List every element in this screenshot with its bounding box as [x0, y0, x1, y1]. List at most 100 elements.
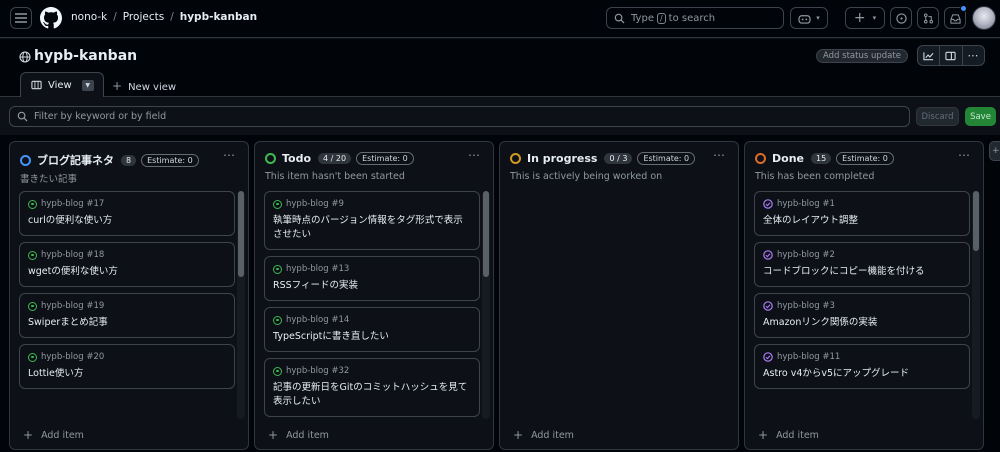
github-logo-icon[interactable]	[40, 7, 62, 29]
add-item-button[interactable]: + Add item	[513, 428, 574, 442]
breadcrumb-project[interactable]: hypb-kanban	[180, 11, 257, 23]
sidebar-expand-icon	[945, 51, 957, 60]
hamburger-icon	[15, 13, 27, 23]
card[interactable]: hypb-blog #9 執筆時点のバージョン情報をタグ形式で表示させたい	[264, 191, 480, 250]
add-item-button[interactable]: + Add item	[268, 428, 329, 442]
card-title[interactable]: wgetの便利な使い方	[28, 265, 225, 279]
column-header: Todo 4 / 20 Estimate: 0	[265, 152, 414, 165]
card-title[interactable]: Amazonリンク関係の実装	[763, 316, 960, 330]
column-menu-button[interactable]: ⋯	[958, 148, 971, 162]
plus-icon: +	[853, 10, 866, 26]
save-button[interactable]: Save	[965, 107, 996, 126]
add-status-update-button[interactable]: Add status update	[816, 49, 908, 63]
card-ref[interactable]: hypb-blog #19	[41, 301, 104, 311]
column-title: In progress	[527, 152, 598, 165]
card[interactable]: hypb-blog #1 全体のレイアウト調整	[754, 191, 970, 236]
card[interactable]: hypb-blog #14 TypeScriptに書き直したい	[264, 307, 480, 352]
column-description: This item hasn't been started	[265, 171, 405, 182]
new-view-label: New view	[128, 82, 177, 93]
breadcrumb-owner[interactable]: nono-k	[71, 11, 107, 23]
column-title: Done	[772, 152, 804, 165]
pull-requests-button[interactable]	[917, 7, 939, 29]
card-title[interactable]: TypeScriptに書き直したい	[273, 330, 470, 344]
card[interactable]: hypb-blog #11 Astro v4からv5にアップグレード	[754, 344, 970, 389]
issue-opened-icon	[28, 250, 37, 260]
estimate-badge: Estimate: 0	[141, 153, 199, 167]
page-title: hypb-kanban	[34, 48, 138, 64]
column-menu-button[interactable]: ⋯	[468, 148, 481, 162]
tab-view[interactable]: View ▼	[20, 72, 104, 97]
add-column-button[interactable]: +	[989, 141, 1000, 161]
card-ref[interactable]: hypb-blog #14	[286, 315, 349, 325]
card-title[interactable]: Lottie使い方	[28, 367, 225, 381]
filter-input[interactable]: Filter by keyword or by field	[9, 106, 910, 127]
card[interactable]: hypb-blog #20 Lottie使い方	[19, 344, 235, 389]
issue-opened-icon	[28, 199, 37, 209]
insights-button[interactable]	[918, 46, 941, 65]
project-board-icon	[31, 80, 42, 90]
search-prefix: Type	[631, 12, 654, 24]
more-options-button[interactable]: ⋯	[963, 46, 984, 65]
issue-opened-icon	[273, 199, 282, 209]
card-title[interactable]: RSSフィードの実装	[273, 279, 470, 293]
scrollbar[interactable]	[972, 191, 980, 419]
issues-button[interactable]	[890, 7, 912, 29]
scrollbar-thumb[interactable]	[973, 191, 979, 251]
card[interactable]: hypb-blog #2 コードブロックにコピー機能を付ける	[754, 242, 970, 287]
scrollbar[interactable]	[482, 191, 490, 419]
add-item-button[interactable]: + Add item	[758, 428, 819, 442]
breadcrumb-projects[interactable]: Projects	[123, 11, 164, 23]
menu-button[interactable]	[10, 7, 32, 29]
card-ref[interactable]: hypb-blog #11	[777, 352, 840, 362]
issue-closed-icon	[763, 352, 773, 362]
card-ref[interactable]: hypb-blog #17	[41, 199, 104, 209]
card-title[interactable]: curlの便利な使い方	[28, 214, 225, 228]
card-title[interactable]: Swiperまとめ記事	[28, 316, 225, 330]
card[interactable]: hypb-blog #17 curlの便利な使い方	[19, 191, 235, 236]
new-view-button[interactable]: + New view	[112, 79, 176, 93]
add-item-label: Add item	[776, 429, 819, 441]
card-ref[interactable]: hypb-blog #32	[286, 366, 349, 376]
card-title[interactable]: Astro v4からv5にアップグレード	[763, 367, 960, 381]
search-input[interactable]: Type / to search	[606, 7, 784, 29]
card-title[interactable]: 全体のレイアウト調整	[763, 214, 960, 228]
global-header: nono-k / Projects / hypb-kanban Type / to sear…	[0, 0, 1000, 38]
card[interactable]: hypb-blog #13 RSSフィードの実装	[264, 256, 480, 301]
card-ref[interactable]: hypb-blog #1	[777, 199, 835, 209]
plus-icon: +	[513, 428, 524, 442]
card-ref[interactable]: hypb-blog #3	[777, 301, 835, 311]
estimate-badge: Estimate: 0	[836, 152, 894, 165]
scrollbar[interactable]	[237, 191, 245, 419]
status-circle-icon	[755, 153, 766, 164]
side-panel-button[interactable]	[940, 46, 963, 65]
avatar[interactable]	[972, 6, 996, 30]
card-title[interactable]: 記事の更新日をGitのコミットハッシュを見て表示したい	[273, 381, 470, 409]
scrollbar-thumb[interactable]	[238, 191, 244, 277]
card[interactable]: hypb-blog #18 wgetの便利な使い方	[19, 242, 235, 287]
card-ref[interactable]: hypb-blog #18	[41, 250, 104, 260]
card-ref[interactable]: hypb-blog #9	[286, 199, 344, 209]
discard-button[interactable]: Discard	[916, 107, 959, 126]
add-item-button[interactable]: + Add item	[23, 428, 84, 442]
card-ref[interactable]: hypb-blog #2	[777, 250, 835, 260]
column-description: This has been completed	[755, 171, 875, 182]
column-menu-button[interactable]: ⋯	[713, 148, 726, 162]
card-ref[interactable]: hypb-blog #20	[41, 352, 104, 362]
copilot-button[interactable]: ▾	[790, 7, 828, 29]
notification-dot-icon	[960, 5, 967, 12]
card-title[interactable]: コードブロックにコピー機能を付ける	[763, 265, 960, 279]
scrollbar-thumb[interactable]	[483, 191, 489, 277]
view-options-dropdown[interactable]: ▼	[81, 79, 94, 91]
create-new-button[interactable]: + ▾	[845, 7, 885, 29]
kebab-horizontal-icon: ⋯	[713, 148, 726, 162]
status-circle-icon	[265, 153, 276, 164]
column-header: Done 15 Estimate: 0	[755, 152, 894, 165]
card[interactable]: hypb-blog #19 Swiperまとめ記事	[19, 293, 235, 338]
card[interactable]: hypb-blog #3 Amazonリンク関係の実装	[754, 293, 970, 338]
card[interactable]: hypb-blog #32 記事の更新日をGitのコミットハッシュを見て表示したい	[264, 358, 480, 417]
add-item-label: Add item	[286, 429, 329, 441]
breadcrumb-separator: /	[170, 11, 174, 23]
card-ref[interactable]: hypb-blog #13	[286, 264, 349, 274]
card-title[interactable]: 執筆時点のバージョン情報をタグ形式で表示させたい	[273, 214, 470, 242]
column-menu-button[interactable]: ⋯	[223, 148, 236, 162]
